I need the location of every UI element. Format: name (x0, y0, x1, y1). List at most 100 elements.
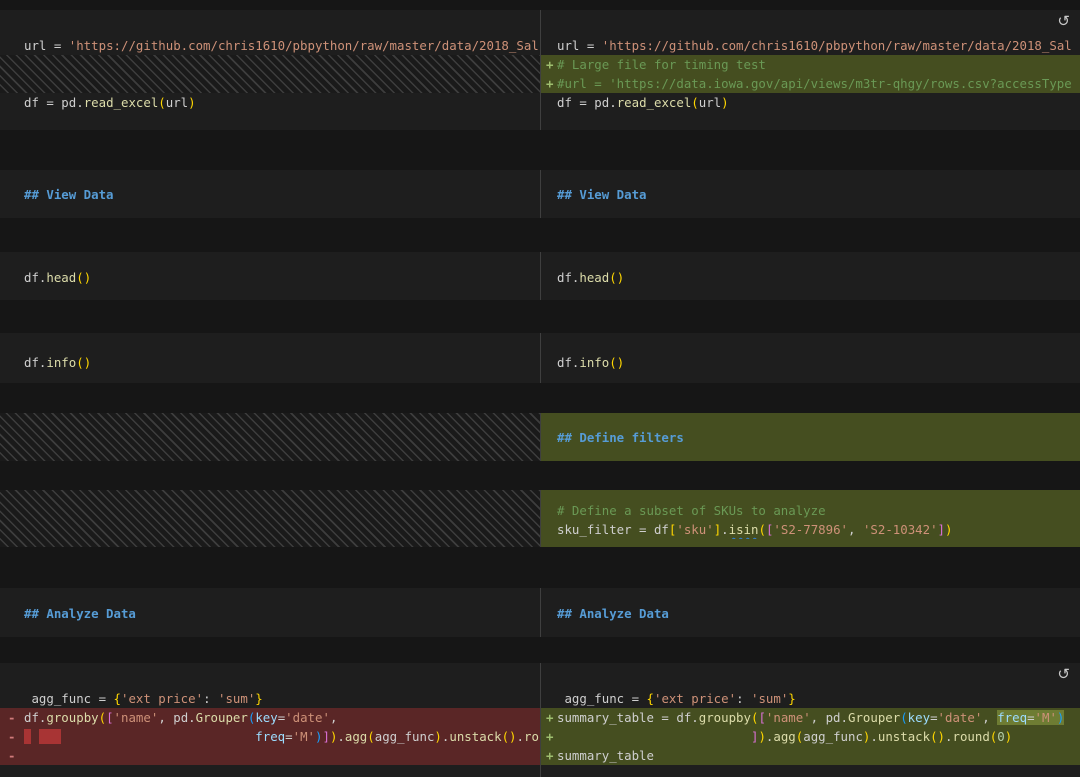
code-token: groupby (699, 710, 751, 725)
code-line: df = pd.read_excel(url) (541, 93, 1080, 112)
cell-row-df-head: df.head()df.head() (0, 252, 1080, 300)
cell-row-define-filters-heading: ## Define filters (0, 413, 1080, 461)
code-token: agg_func (375, 729, 435, 744)
code-token: round (524, 729, 540, 744)
code-token (39, 729, 61, 744)
code-line: agg_func = {'ext price': 'sum'} (0, 689, 540, 708)
code-token: ) (1057, 710, 1064, 725)
cell-row-analyze-data-heading: ## Analyze Data ## Analyze Data (0, 588, 1080, 637)
code-line: ## Analyze Data (0, 604, 540, 623)
code-token: ) (617, 270, 624, 285)
code-token: read_excel (617, 95, 692, 110)
code-token: ( (691, 95, 698, 110)
code-token: . (870, 729, 877, 744)
code-token: ] (938, 522, 945, 537)
cell-row-load-data: url = 'https://github.com/chris1610/pbpy… (0, 10, 1080, 130)
code-token: } (255, 691, 262, 706)
code-token: # Define a subset of SKUs to analyze (557, 503, 826, 518)
code-token: = (285, 729, 292, 744)
code-token: , pd. (158, 710, 195, 725)
code-token: 'S2-10342' (863, 522, 938, 537)
code-text: df = pd.read_excel(url) (24, 95, 196, 110)
code-token: ) (758, 729, 765, 744)
code-token: unstack (449, 729, 501, 744)
code-line: + ]).agg(agg_func).unstack().round(0) (541, 727, 1080, 746)
left-pane-df-info[interactable]: df.info() (0, 333, 540, 383)
code-token: agg_func = (557, 691, 647, 706)
code-text: agg_func = {'ext price': 'sum'} (24, 691, 263, 706)
right-pane-define-filters-heading[interactable]: ## Define filters (540, 413, 1080, 461)
code-line: df.head() (541, 268, 1080, 287)
right-pane-df-head[interactable]: df.head() (540, 252, 1080, 300)
revert-cell-button[interactable]: ↺ (1057, 12, 1070, 30)
code-text: df.groupby(['name', pd.Grouper(key='date… (24, 710, 337, 725)
code-token: . (517, 729, 524, 744)
code-token: agg_func = (24, 691, 114, 706)
code-token: [ (758, 710, 765, 725)
code-token: url = (24, 38, 69, 53)
code-text: # Define a subset of SKUs to analyze (557, 503, 826, 518)
left-pane-sku-filter[interactable] (0, 490, 540, 547)
code-token: groupby (46, 710, 98, 725)
code-line: +summary_table = df.groupby(['name', pd.… (541, 708, 1080, 727)
code-text: ## View Data (557, 187, 647, 202)
code-line: - (0, 746, 540, 765)
code-line: df = pd.read_excel(url) (0, 93, 540, 112)
code-token (557, 729, 751, 744)
code-text: df = pd.read_excel(url) (557, 95, 729, 110)
code-line: sku_filter = df['sku'].isin(['S2-77896',… (541, 520, 1080, 539)
code-token: read_excel (84, 95, 159, 110)
code-token: round (952, 729, 989, 744)
code-text: df.info() (557, 355, 624, 370)
code-token: df. (557, 355, 579, 370)
code-token: ## Analyze Data (24, 606, 136, 621)
code-token: df. (557, 270, 579, 285)
code-token: = (930, 710, 937, 725)
diff-del-marker: - (8, 708, 15, 727)
code-token: ( (76, 270, 83, 285)
code-line: url = 'https://github.com/chris1610/pbpy… (541, 36, 1080, 55)
code-token: url (166, 95, 188, 110)
code-token: : (736, 691, 751, 706)
left-pane-df-head[interactable]: df.head() (0, 252, 540, 300)
code-line: - freq='M')]).agg(agg_func).unstack().ro… (0, 727, 540, 746)
code-token: Grouper (196, 710, 248, 725)
left-pane-analyze-data-heading[interactable]: ## Analyze Data (0, 588, 540, 637)
code-token: summary_table = df. (557, 710, 699, 725)
code-token: df. (24, 270, 46, 285)
diff-add-marker: + (546, 708, 553, 727)
code-line: url = 'https://github.com/chris1610/pbpy… (0, 36, 540, 55)
code-token: [ (106, 710, 113, 725)
code-token: , (848, 522, 863, 537)
code-token: ( (158, 95, 165, 110)
code-token: ) (721, 95, 728, 110)
code-text: df.head() (557, 270, 624, 285)
diff-add-marker: + (546, 74, 553, 93)
code-token: head (579, 270, 609, 285)
right-pane-load-data[interactable]: url = 'https://github.com/chris1610/pbpy… (540, 10, 1080, 130)
code-text: df.info() (24, 355, 91, 370)
left-pane-load-data[interactable]: url = 'https://github.com/chris1610/pbpy… (0, 10, 540, 130)
code-text: summary_table (557, 748, 654, 763)
left-pane-define-filters-heading[interactable] (0, 413, 540, 461)
code-text: df.head() (24, 270, 91, 285)
right-pane-sku-filter[interactable]: # Define a subset of SKUs to analyze sku_… (540, 490, 1080, 547)
code-token: df = pd. (24, 95, 84, 110)
left-pane-summary-table[interactable]: agg_func = {'ext price': 'sum'}-df.group… (0, 663, 540, 777)
code-token: url = (557, 38, 602, 53)
right-pane-df-info[interactable]: df.info() (540, 333, 1080, 383)
revert-cell-button[interactable]: ↺ (1057, 665, 1070, 683)
diff-add-marker: + (546, 746, 553, 765)
code-token: key (255, 710, 277, 725)
code-token: ) (1005, 729, 1012, 744)
empty-region-hatch (0, 55, 540, 93)
left-pane-view-data-heading[interactable]: ## View Data (0, 170, 540, 218)
code-line: agg_func = {'ext price': 'sum'} (541, 689, 1080, 708)
right-pane-view-data-heading[interactable]: ## View Data (540, 170, 1080, 218)
code-token: ) (188, 95, 195, 110)
code-token: 'date' (938, 710, 983, 725)
right-pane-summary-table[interactable]: agg_func = {'ext price': 'sum'}+summary_… (540, 663, 1080, 777)
code-token: ) (84, 270, 91, 285)
code-text: sku_filter = df['sku'].isin(['S2-77896',… (557, 522, 952, 537)
right-pane-analyze-data-heading[interactable]: ## Analyze Data (540, 588, 1080, 637)
